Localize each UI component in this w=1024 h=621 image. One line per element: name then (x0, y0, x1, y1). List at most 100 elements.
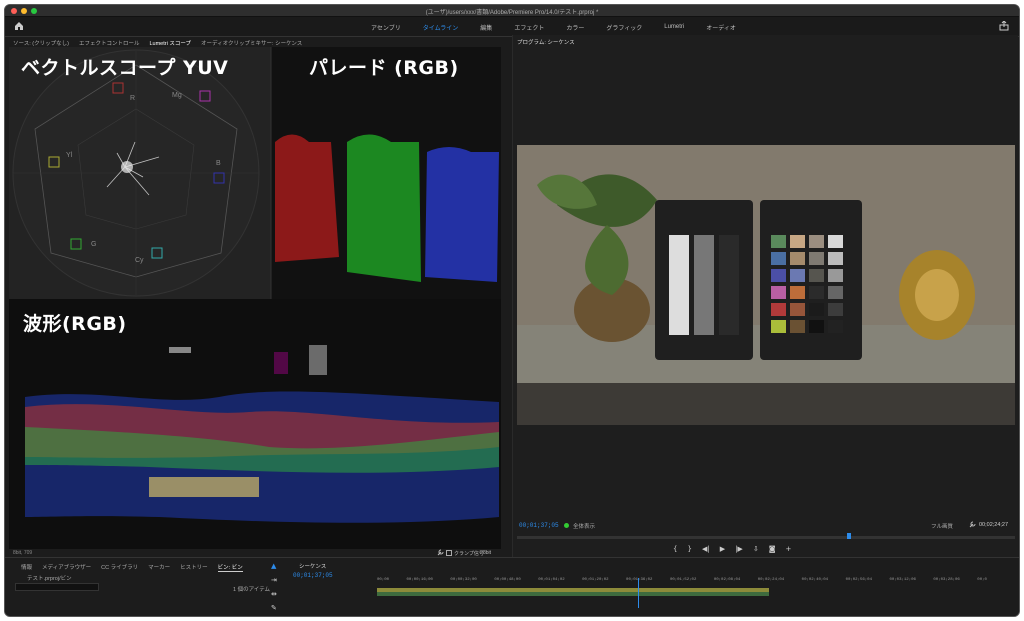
settings-wrench-icon[interactable] (969, 521, 976, 528)
vector-label-mg: Mg (172, 92, 182, 99)
bit-depth-select[interactable]: 8bit (483, 550, 491, 556)
vector-label-r: R (130, 95, 135, 102)
add-button[interactable]: + (786, 545, 792, 553)
checker-patch (828, 252, 843, 265)
checker-patch (809, 235, 824, 248)
program-timecode-current[interactable]: 00;01;37;05 (519, 522, 559, 529)
zoom-select[interactable]: 全体表示 (573, 522, 595, 530)
workspace-tab[interactable]: カラー (555, 23, 595, 32)
checker-patch (809, 303, 824, 316)
timeline-tab[interactable]: シーケンス (299, 562, 326, 570)
audio-clip[interactable] (377, 592, 769, 596)
ruler-tick-label: 00;00;32;00 (450, 578, 477, 582)
ruler-tick-label: 00;02;24;04 (757, 578, 785, 582)
checker-patch (828, 303, 843, 316)
checker-patch (790, 252, 805, 265)
scopes-panel-tab[interactable]: ソース: (クリップなし) (13, 39, 69, 47)
ruler-tick-label: 00;02;40;04 (801, 578, 829, 582)
ruler-tick-label: 00;01;20;02 (582, 578, 609, 582)
program-video-frame (517, 145, 1015, 425)
title-bar: (ユーザ)/users/xxx/書類/Adobe/Premiere Pro/14… (5, 5, 1019, 17)
project-panel-tab[interactable]: メディアブラウザー (42, 563, 91, 571)
checker-patch (828, 235, 843, 248)
project-search-input[interactable] (15, 583, 99, 591)
transport-controls: { } ◀| ▶ |▶ ⇩ ◙ + (673, 545, 791, 553)
checker-patch (809, 286, 824, 299)
project-panel-tab[interactable]: CC ライブラリ (101, 563, 138, 571)
play-icon[interactable]: ▶ (720, 545, 725, 553)
mark-in-icon[interactable]: { (673, 545, 677, 553)
scope-graphics: R Mg B Cy G Yl (9, 47, 501, 549)
timeline-playhead[interactable] (638, 578, 639, 608)
status-dot (564, 523, 569, 528)
checker-patch (790, 235, 805, 248)
workspace-tab[interactable]: オーディオ (695, 23, 747, 32)
workspace-bar: アセンブリ タイムライン 編集 エフェクト カラー グラフィック Lumetri オーディオ (5, 17, 1019, 37)
vectorscope-label: ベクトルスコープ YUV (21, 57, 229, 79)
workspace-tab[interactable]: タイムライン (412, 23, 470, 32)
project-panel-tab[interactable]: 情報 (21, 563, 32, 571)
ruler-tick-label: 00;03;12;06 (889, 578, 916, 582)
playhead-marker[interactable] (847, 533, 851, 539)
timeline-timecode[interactable]: 00;01;37;05 (293, 572, 333, 579)
workspace-tab[interactable]: Lumetri (653, 24, 695, 30)
checker-patch (809, 269, 824, 282)
lumetri-scopes: R Mg B Cy G Yl ベクトルスコープ YUV パレード (RGB) 波… (9, 47, 501, 549)
step-back-icon[interactable]: ◀| (702, 545, 710, 553)
checker-patch (771, 320, 786, 333)
selection-tool-icon[interactable]: ▲ (271, 562, 281, 570)
pen-tool-icon[interactable]: ✎ (271, 604, 281, 612)
workspace-tab[interactable]: アセンブリ (360, 23, 412, 32)
workspace-tab[interactable]: エフェクト (503, 23, 555, 32)
project-panel-tab[interactable]: ビン: ビン (217, 563, 243, 572)
ruler-tick-label: 00;00 (377, 578, 390, 582)
checker-patch (790, 320, 805, 333)
workspace-tab[interactable]: グラフィック (595, 23, 653, 32)
vector-label-cy: Cy (135, 257, 144, 264)
checker-patch (771, 269, 786, 282)
checker-patch (809, 320, 824, 333)
ruler-tick-label: 00;00;48;00 (494, 578, 521, 582)
workspace-tab[interactable]: 編集 (469, 23, 503, 32)
timeline-ruler[interactable]: 00;00 00;00;16;00 00;00;32;00 00;00;48;00 00… (377, 578, 987, 584)
ruler-tick-label: 00;0 (977, 578, 987, 582)
checker-patch (790, 286, 805, 299)
window-title: (ユーザ)/users/xxx/書類/Adobe/Premiere Pro/14… (425, 10, 599, 16)
project-panel-tab[interactable]: ヒストリー (180, 563, 208, 571)
quality-select[interactable]: フル画質 (931, 522, 953, 530)
project-panel-tab[interactable]: マーカー (148, 563, 170, 571)
ruler-tick-label: 00;02;08;04 (713, 578, 741, 582)
camera-icon[interactable]: ◙ (769, 545, 776, 553)
ripple-tool-icon[interactable]: ⇹ (271, 590, 281, 598)
vector-label-yl: Yl (66, 152, 73, 159)
insert-icon[interactable]: ⇩ (753, 545, 759, 553)
scopes-panel-tab[interactable]: エフェクトコントロール (79, 39, 140, 47)
program-timecode-total: 00;02;24;27 (979, 522, 1009, 528)
project-panel-tabs: 情報 メディアブラウザー CC ライブラリ マーカー ヒストリー ビン: ビン (21, 562, 243, 572)
bottom-panels: 情報 メディアブラウザー CC ライブラリ マーカー ヒストリー ビン: ビン テスト.p… (5, 557, 1019, 616)
ruler-tick-label: 00;01;36;02 (626, 578, 653, 582)
project-item-count: 1 個のアイテム (233, 587, 271, 593)
project-path: テスト.prproj/ビン (27, 576, 72, 582)
program-scrubber[interactable] (517, 533, 1015, 539)
home-icon[interactable] (14, 21, 24, 31)
scopes-panel-tab[interactable]: オーディオクリップミキサー: シーケンス (201, 39, 302, 47)
checker-patch (771, 286, 786, 299)
workspace-tabs: アセンブリ タイムライン 編集 エフェクト カラー グラフィック Lumetri オーディオ (360, 17, 747, 37)
track-select-tool-icon[interactable]: ⇥ (271, 576, 281, 584)
step-forward-icon[interactable]: |▶ (735, 545, 743, 553)
vector-label-g: G (91, 241, 96, 248)
checker-patch (771, 252, 786, 265)
wrench-icon[interactable] (437, 549, 444, 556)
checker-patch (809, 252, 824, 265)
vector-label-b: B (216, 160, 221, 167)
ruler-tick-label: 00;01;52;02 (669, 578, 697, 582)
app-window: (ユーザ)/users/xxx/書類/Adobe/Premiere Pro/14… (4, 4, 1020, 617)
mark-out-icon[interactable]: } (687, 545, 691, 553)
checker-patch (828, 269, 843, 282)
waveform-label: 波形(RGB) (23, 313, 127, 335)
scopes-footer-left: 8bit, 709 (13, 550, 33, 556)
program-monitor: プログラム: シーケンス 00;01;37;05 全体表示 フル画質 00;02… (512, 35, 1018, 557)
clamp-checkbox[interactable] (446, 550, 452, 556)
share-icon[interactable] (999, 21, 1009, 31)
